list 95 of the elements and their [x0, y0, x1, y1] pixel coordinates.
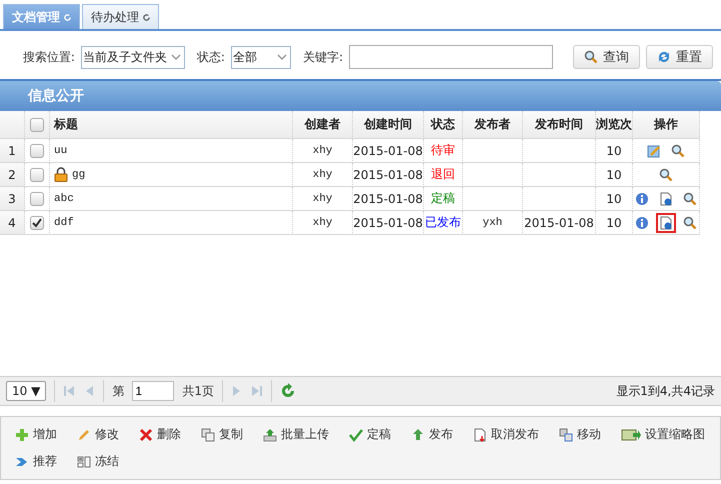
keyword-field[interactable] [349, 45, 553, 69]
column-header: 创建者 [293, 111, 353, 139]
table-cell [463, 163, 523, 187]
toolbar-button[interactable]: 推荐 [13, 448, 59, 475]
toolbar-button[interactable]: 删除 [137, 421, 183, 448]
toolbar-button[interactable]: 定稿 [347, 421, 393, 448]
checkbox[interactable] [30, 144, 44, 158]
search-icon [683, 216, 697, 230]
keyword-label: 关键字: [302, 48, 343, 66]
reset-button[interactable]: 重置 [646, 45, 713, 69]
checkbox[interactable] [30, 168, 44, 182]
status-text: 定稿 [424, 187, 463, 211]
table-cell: 10 [596, 187, 633, 211]
plus-icon [15, 428, 29, 442]
copy-icon [201, 428, 215, 442]
checkbox[interactable] [30, 118, 44, 132]
column-header: 发布时间 [523, 111, 596, 139]
search-icon [683, 192, 697, 206]
toolbar-button[interactable]: 移动 [557, 421, 603, 448]
search-icon [584, 50, 598, 64]
document-globe-icon [659, 192, 673, 206]
arrow-up-icon [411, 428, 425, 442]
column-header: 状态 [424, 111, 463, 139]
table-cell: 2015-01-08 [353, 163, 424, 187]
page-size-select[interactable]: 10 ▼ [6, 381, 46, 401]
refresh-icon[interactable] [143, 14, 150, 20]
table-cell: xhy [293, 187, 353, 211]
grid-icon [77, 454, 91, 468]
table-cell: 2015-01-08 [353, 139, 424, 163]
column-header: 操作 [633, 111, 700, 139]
toolbar-button[interactable]: 复制 [199, 421, 245, 448]
table-cell: 10 [596, 163, 633, 187]
toolbar-button[interactable]: 增加 [13, 421, 59, 448]
search-button[interactable]: 查询 [573, 45, 640, 69]
toolbar-button[interactable]: 修改 [75, 421, 121, 448]
picture-frame-icon [621, 428, 641, 442]
table-cell: 2015-01-08 [523, 211, 596, 235]
status-select[interactable]: 全部 [230, 46, 291, 68]
toolbar-button[interactable]: 冻结 [75, 448, 121, 475]
check-icon [349, 428, 363, 442]
column-header: 创建时间 [353, 111, 424, 139]
title-text: gg [72, 168, 86, 180]
table-cell [463, 139, 523, 163]
row-number: 1 [0, 139, 25, 163]
move-icon [559, 428, 573, 442]
chevron-down-icon [170, 54, 181, 60]
refresh-icon[interactable] [280, 383, 296, 399]
chevron-down-icon [276, 54, 287, 60]
table-cell: xhy [293, 139, 353, 163]
row-number: 2 [0, 163, 25, 187]
table-cell: yxh [463, 211, 523, 235]
toolbar-button[interactable]: 批量上传 [261, 421, 331, 448]
table-cell: 2015-01-08 [353, 211, 424, 235]
table-cell: 10 [596, 211, 633, 235]
close-icon [139, 428, 153, 442]
column-header: 浏览次 [596, 111, 633, 139]
checkbox[interactable] [30, 216, 44, 230]
column-header: 发布者 [463, 111, 523, 139]
table-cell: xhy [293, 163, 353, 187]
document-globe-icon [659, 216, 673, 230]
refresh-icon [657, 50, 671, 64]
status-text: 已发布 [424, 211, 463, 235]
title-text: abc [54, 192, 74, 204]
upload-icon [263, 428, 277, 442]
location-label: 搜索位置: [22, 48, 75, 66]
lock-icon [54, 167, 68, 182]
location-select[interactable]: 当前及子文件夹 [80, 46, 185, 68]
record-summary: 显示1到4,共4记录 [616, 382, 715, 400]
title-text: uu [54, 144, 68, 156]
row-number: 3 [0, 187, 25, 211]
search-icon [659, 168, 673, 182]
page-total: 共1页 [182, 382, 214, 400]
table-cell: xhy [293, 211, 353, 235]
search-icon [671, 144, 685, 158]
toolbar-button[interactable]: 设置缩略图 [619, 421, 707, 448]
toolbar-button[interactable]: 发布 [409, 421, 455, 448]
toolbar-button[interactable]: 取消发布 [471, 421, 541, 448]
edit-icon [647, 144, 661, 158]
table-cell: 2015-01-08 [353, 187, 424, 211]
page-field[interactable]: 1 [132, 381, 174, 401]
status-text: 退回 [424, 163, 463, 187]
table-cell: 10 [596, 139, 633, 163]
table-cell [463, 187, 523, 211]
status-label: 状态: [196, 48, 225, 66]
column-header: 标题 [50, 111, 293, 139]
row-number: 4 [0, 211, 25, 235]
title-text: ddf [54, 216, 74, 228]
document-arrow-icon [473, 428, 487, 442]
status-text: 待审 [424, 139, 463, 163]
action-button[interactable] [656, 212, 676, 232]
page-prefix: 第 [112, 382, 124, 400]
panel-title: 信息公开 [0, 81, 721, 111]
checkbox[interactable] [30, 192, 44, 206]
pencil-icon [77, 428, 91, 442]
tab[interactable]: 待办处理 [82, 4, 159, 29]
